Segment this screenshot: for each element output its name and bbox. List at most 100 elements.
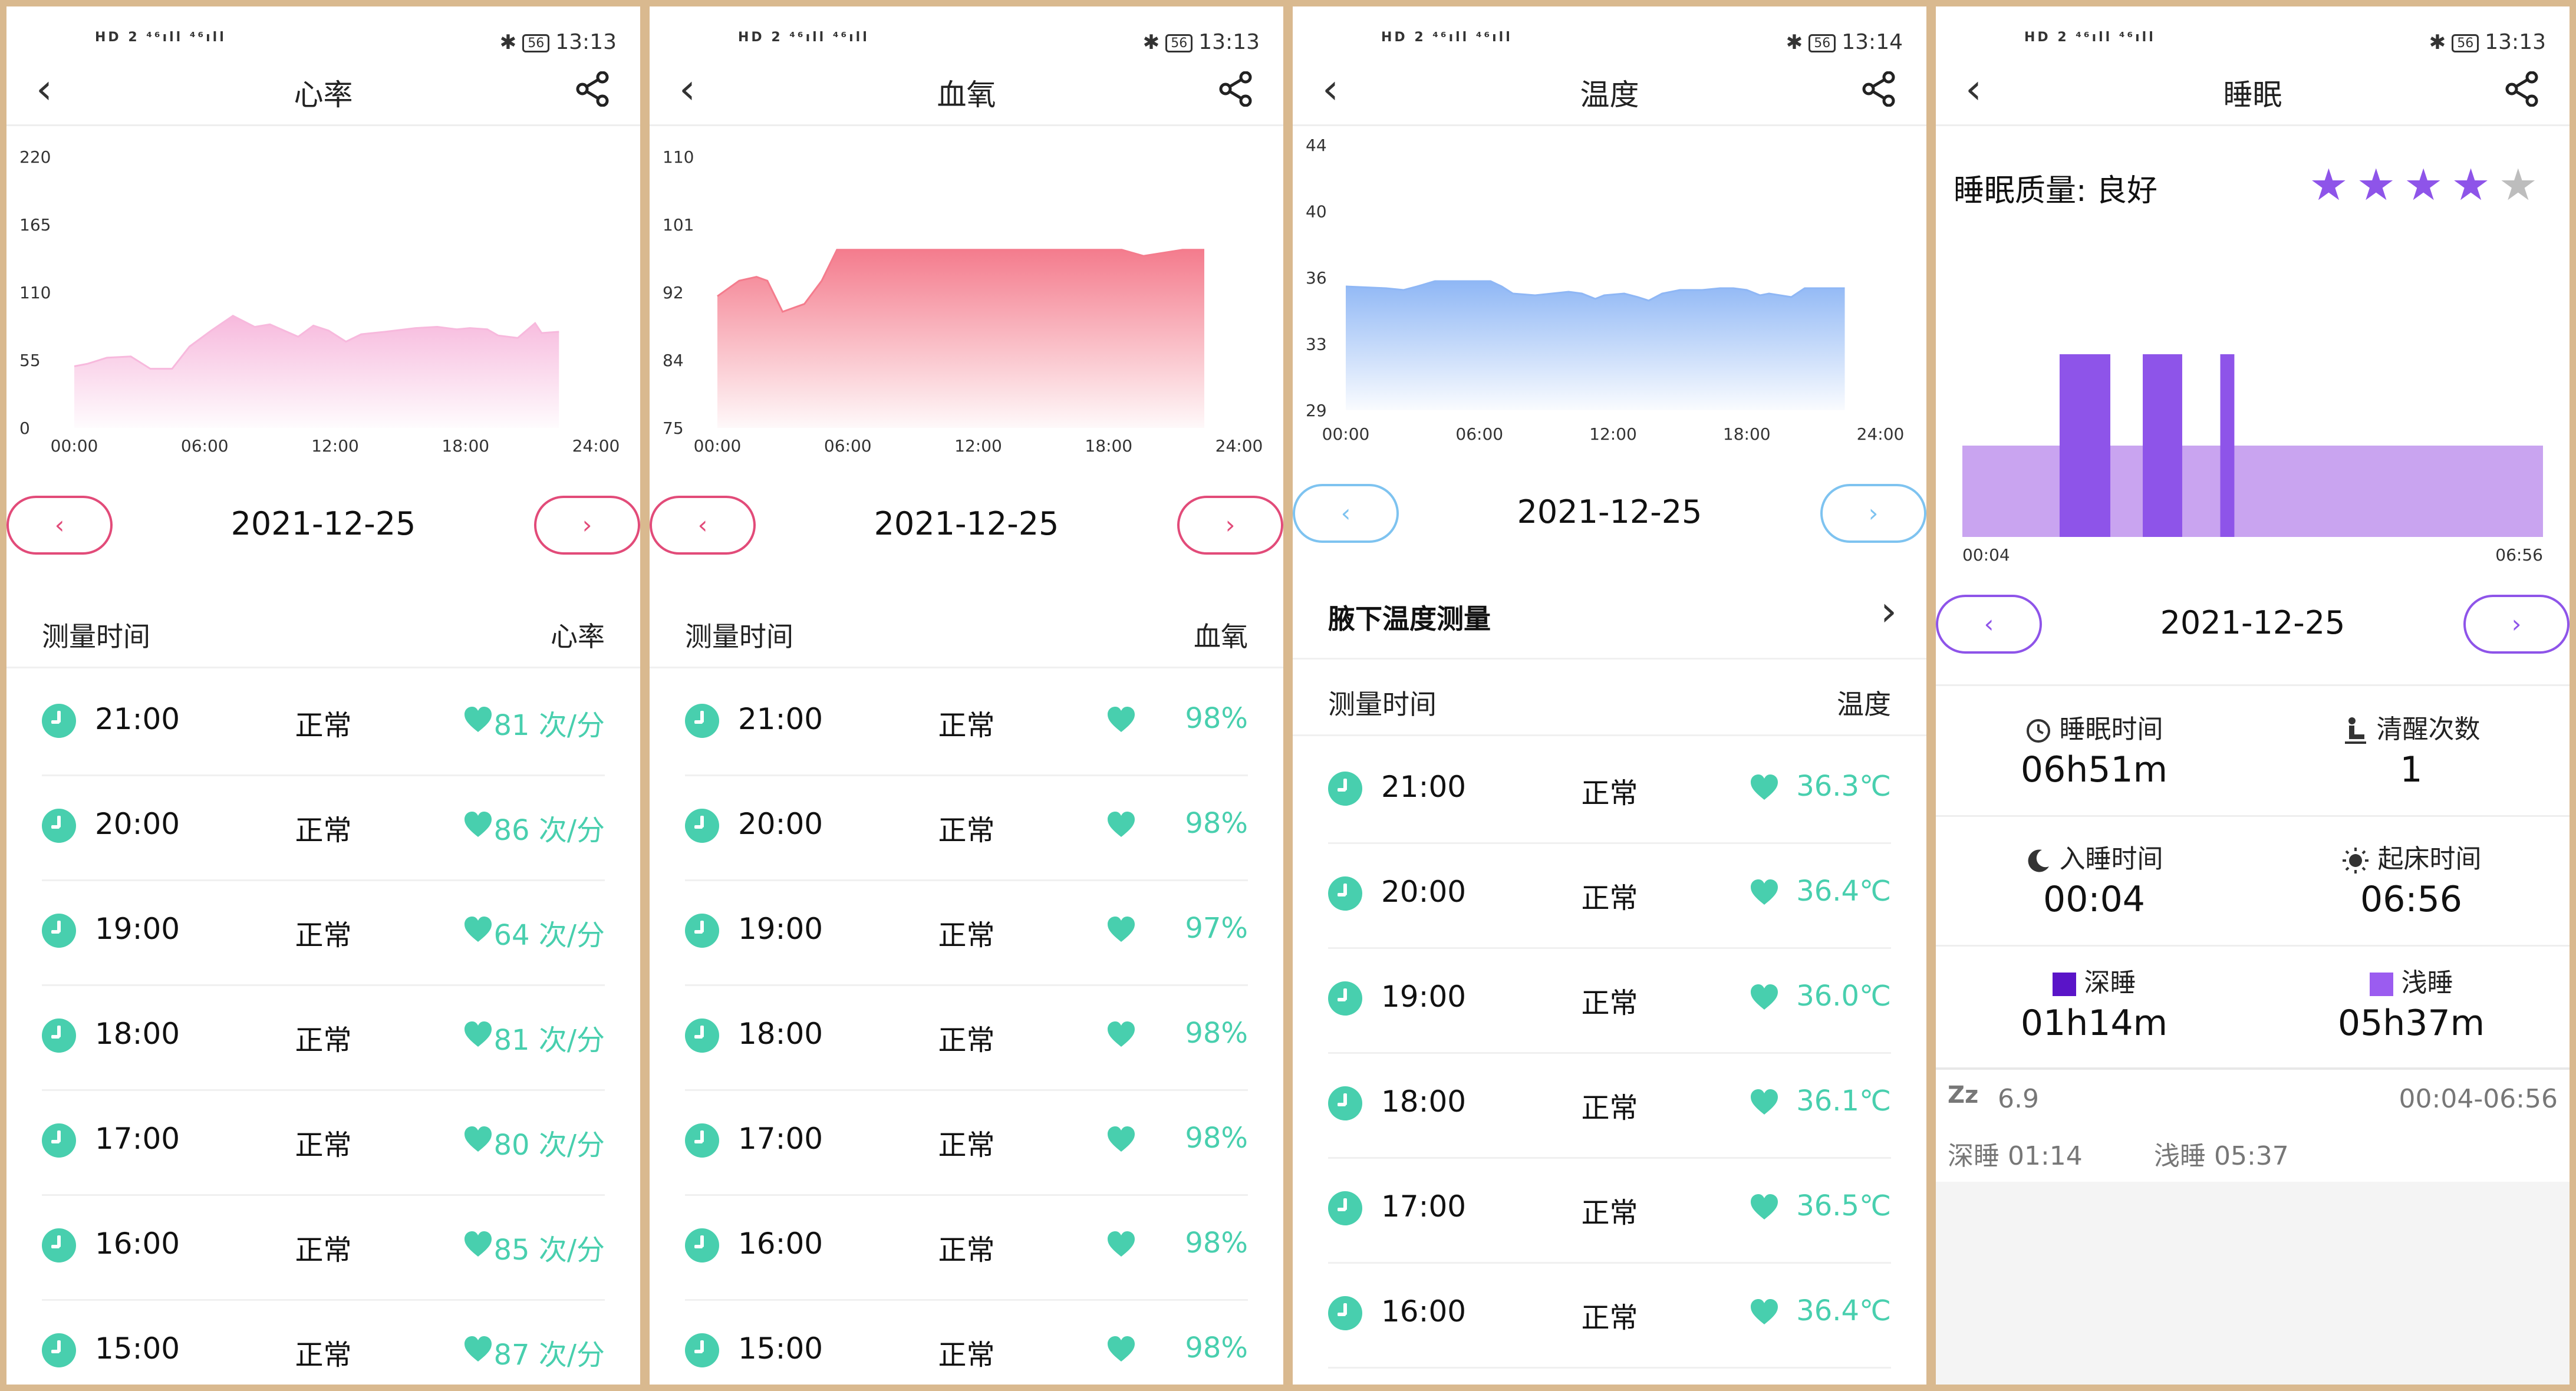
sleep-duration-stat: 睡眠时间 06h51m	[1936, 690, 2252, 815]
y-tick-label: 55	[19, 351, 41, 370]
list-item[interactable]: 19:00 正常 36.0℃	[1328, 947, 1891, 1054]
x-tick-label: 24:00	[1857, 424, 1905, 444]
list-item[interactable]: 19:00 正常 64 次/分	[42, 879, 605, 986]
temperature-screen: HD 2 ⁴⁶ıll ⁴⁶ıll ✱ 56 13:14 ‹ 温度 44 40 36 33 2…	[1293, 6, 1926, 1385]
list-item[interactable]: 19:00 正常 97%	[685, 879, 1248, 986]
heart-icon	[1108, 917, 1135, 942]
wake-up-stat: 起床时间 06:56	[2253, 820, 2570, 945]
list-item[interactable]: 16:00 正常 85 次/分	[42, 1194, 605, 1301]
sleep-zz-icon: Zz	[1948, 1082, 1979, 1109]
light-sleep-swatch-icon	[2369, 973, 2393, 996]
date-navigator: ‹ 2021-12-25 ›	[650, 496, 1283, 561]
page-title: 睡眠	[2223, 78, 2282, 112]
list-item[interactable]: 21:00 正常 36.3℃	[1328, 737, 1891, 844]
sleep-quality-stars: ★★★★★	[2309, 160, 2546, 210]
data-area	[717, 249, 1204, 428]
share-icon[interactable]	[2505, 71, 2540, 107]
heart-icon	[465, 812, 492, 837]
sitting-person-icon	[2344, 717, 2366, 744]
battery-icon: 56	[1165, 34, 1193, 52]
list-item[interactable]: 17:00 正常 98%	[685, 1089, 1248, 1196]
battery-icon: 56	[2452, 34, 2479, 52]
x-tick-label: 18:00	[1085, 436, 1132, 456]
wake-count-stat: 清醒次数 1	[2253, 690, 2570, 815]
stat-value: 01h14m	[2020, 1003, 2168, 1044]
armpit-temperature-link[interactable]: 腋下温度测量 ›	[1293, 569, 1926, 660]
heart-icon	[1751, 1089, 1778, 1115]
share-icon[interactable]	[1862, 71, 1897, 107]
heart-icon	[465, 707, 492, 732]
heart-icon	[465, 1021, 492, 1047]
next-day-button[interactable]: ›	[2463, 595, 2570, 654]
row-status: 正常	[938, 814, 995, 847]
y-tick-label: 36	[1306, 268, 1327, 288]
heart-icon	[1108, 1336, 1135, 1362]
heart-icon	[1751, 984, 1778, 1010]
y-tick-label: 44	[1306, 136, 1327, 155]
title-bar: ‹ 睡眠	[1936, 57, 2570, 124]
x-tick-label: 00:00	[1322, 424, 1370, 444]
row-value: 98%	[1185, 1227, 1248, 1260]
list-item[interactable]: 16:00 正常 98%	[685, 1194, 1248, 1301]
temperature-chart-svg: 44 40 36 33 29 00:00 06:00 12:00 18:00 24:00	[1306, 136, 1905, 444]
list-item[interactable]: 18:00 正常 36.1℃	[1328, 1052, 1891, 1159]
next-day-button[interactable]: ›	[534, 496, 640, 555]
list-item[interactable]: 21:00 正常 81 次/分	[42, 670, 605, 776]
x-tick-label: 00:04	[1962, 545, 2010, 565]
heart-rate-screen: HD 2 ⁴⁶ıll ⁴⁶ıll ✱ 56 13:13 ‹ 心率 220 165 110…	[6, 6, 640, 1385]
list-item[interactable]: 20:00 正常 98%	[685, 774, 1248, 881]
bluetooth-icon: ✱	[1786, 31, 1803, 54]
status-bar: HD 2 ⁴⁶ıll ⁴⁶ıll ✱ 56 13:13	[6, 6, 640, 54]
x-tick-label: 06:56	[2495, 545, 2543, 565]
blood-oxygen-chart: 110 101 92 84 75 00:00 06:00 12:00 18:00 24:00	[650, 130, 1283, 478]
list-item[interactable]: 21:00 正常 98%	[685, 670, 1248, 776]
share-icon[interactable]	[575, 71, 611, 107]
heart-icon	[1751, 1194, 1778, 1219]
star-filled-icon: ★★★★	[2309, 160, 2499, 210]
deep-sleep-summary: 深睡 01:14	[1948, 1141, 2083, 1171]
list-item[interactable]: 20:00 正常 86 次/分	[42, 774, 605, 881]
next-day-button[interactable]: ›	[1177, 496, 1283, 555]
star-empty-icon: ★	[2498, 160, 2546, 210]
heart-icon	[1108, 1231, 1135, 1257]
heart-icon	[465, 917, 492, 942]
deep-sleep-bar	[2220, 354, 2235, 537]
row-value: 81 次/分	[493, 709, 605, 742]
status-bar: HD 2 ⁴⁶ıll ⁴⁶ıll ✱ 56 13:14	[1293, 6, 1926, 54]
title-bar: ‹ 血氧	[650, 57, 1283, 124]
row-value: 98%	[1185, 1331, 1248, 1364]
share-icon[interactable]	[1218, 71, 1254, 107]
list-item[interactable]: 17:00 正常 36.5℃	[1328, 1157, 1891, 1264]
x-tick-label: 12:00	[1589, 424, 1637, 444]
title-bar: ‹ 温度	[1293, 57, 1926, 124]
light-sleep-summary: 浅睡 05:37	[2154, 1141, 2289, 1171]
battery-icon: 56	[522, 34, 550, 52]
row-value: 98%	[1185, 702, 1248, 735]
row-value: 85 次/分	[493, 1234, 605, 1267]
divider	[650, 124, 1283, 126]
next-day-button[interactable]: ›	[1820, 484, 1926, 543]
list-item[interactable]: 15:00 正常 87 次/分	[42, 1299, 605, 1385]
heart-icon	[1108, 1021, 1135, 1047]
list-item[interactable]: 20:00 正常 36.4℃	[1328, 842, 1891, 949]
list-item[interactable]: 16:00 正常 36.4℃	[1328, 1262, 1891, 1369]
bluetooth-icon: ✱	[499, 31, 517, 54]
page-title: 心率	[294, 78, 353, 112]
x-tick-label: 12:00	[954, 436, 1002, 456]
row-value: 36.0℃	[1796, 980, 1891, 1013]
signal-indicator: HD 2 ⁴⁶ıll ⁴⁶ıll	[2024, 30, 2156, 45]
sleep-chart-svg: 00:04 06:56	[1962, 354, 2543, 565]
sleep-quality-label: 睡眠质量: 良好	[1954, 173, 2158, 209]
row-value: 36.3℃	[1796, 770, 1891, 803]
stat-label: 入睡时间	[2059, 844, 2163, 874]
list-item[interactable]: 18:00 正常 98%	[685, 984, 1248, 1091]
y-tick-label: 33	[1306, 335, 1327, 354]
list-header: 测量时间 血氧	[650, 593, 1283, 668]
list-item[interactable]: 18:00 正常 81 次/分	[42, 984, 605, 1091]
section-title: 腋下温度测量	[1328, 603, 1491, 635]
list-item[interactable]: 15:00 正常 98%	[685, 1299, 1248, 1385]
stat-value: 1	[2400, 749, 2423, 790]
battery-icon: 56	[1809, 34, 1836, 52]
sleep-score: 6.9	[1998, 1084, 2039, 1114]
list-item[interactable]: 17:00 正常 80 次/分	[42, 1089, 605, 1196]
